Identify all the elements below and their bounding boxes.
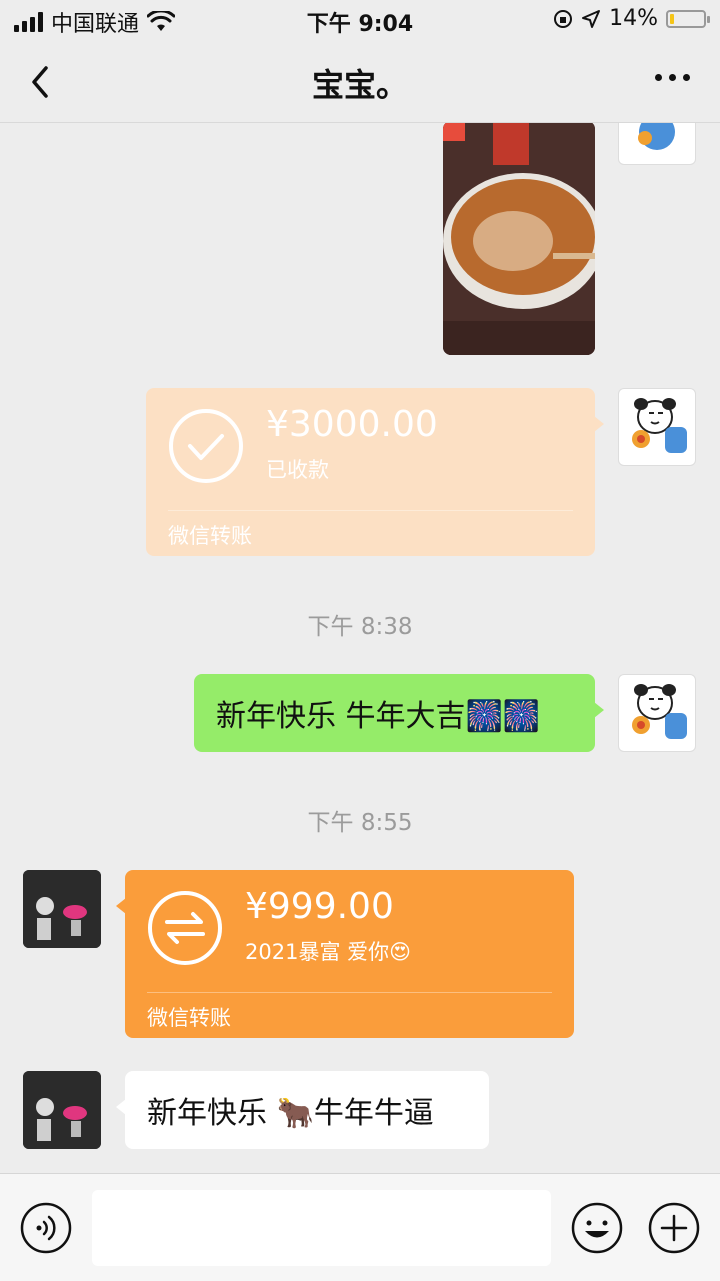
message-text: 新年快乐 牛年大吉🎆🎆	[216, 699, 541, 734]
transfer-note: 2021暴富 爱你😍	[245, 940, 412, 964]
transfer-amount: ¥999.00	[245, 886, 394, 927]
transfer-arrows-icon	[148, 891, 222, 965]
noodle-photo	[443, 123, 595, 355]
battery-percent: 14%	[609, 6, 658, 31]
input-bar	[0, 1173, 720, 1281]
plus-icon[interactable]	[648, 1202, 700, 1254]
sent-text-bubble[interactable]: 新年快乐 牛年大吉🎆🎆	[194, 674, 604, 752]
photo-message[interactable]	[443, 123, 595, 355]
message-input[interactable]	[92, 1190, 551, 1266]
my-avatar[interactable]	[618, 388, 696, 466]
transfer-divider	[147, 992, 552, 993]
received-text-bubble[interactable]: 新年快乐 🐂牛年牛逼	[116, 1071, 489, 1149]
transfer-incoming-card[interactable]: ¥999.00 2021暴富 爱你😍 微信转账	[116, 870, 574, 1038]
transfer-amount: ¥3000.00	[266, 404, 438, 445]
chat-title: 宝宝。	[311, 66, 408, 104]
nav-bar: 宝宝。	[0, 40, 720, 123]
transfer-received-card[interactable]: ¥3000.00 已收款 微信转账	[146, 388, 604, 556]
message-text: 新年快乐 🐂牛年牛逼	[147, 1096, 434, 1131]
contact-avatar[interactable]	[23, 1071, 101, 1149]
voice-icon[interactable]	[20, 1202, 72, 1254]
battery-level	[670, 13, 674, 24]
check-circle-icon	[169, 409, 243, 483]
my-avatar[interactable]	[618, 674, 696, 752]
chat-area[interactable]: ¥3000.00 已收款 微信转账 下午 8:38 新年快乐 牛年大吉🎆🎆 下午…	[0, 123, 720, 1173]
battery-icon	[666, 9, 710, 28]
transfer-footer: 微信转账	[168, 524, 252, 548]
timestamp: 下午 8:55	[307, 810, 413, 836]
transfer-footer: 微信转账	[147, 1006, 231, 1030]
my-avatar[interactable]	[618, 123, 696, 165]
transfer-status: 已收款	[266, 458, 329, 482]
rotation-lock-icon	[554, 9, 573, 28]
timestamp: 下午 8:38	[307, 614, 413, 640]
location-icon	[582, 9, 601, 28]
more-icon[interactable]	[655, 74, 690, 81]
transfer-divider	[168, 510, 573, 511]
emoji-icon[interactable]	[571, 1202, 623, 1254]
contact-avatar[interactable]	[23, 870, 101, 948]
status-bar: 中国联通 下午 9:04 14%	[0, 0, 720, 40]
